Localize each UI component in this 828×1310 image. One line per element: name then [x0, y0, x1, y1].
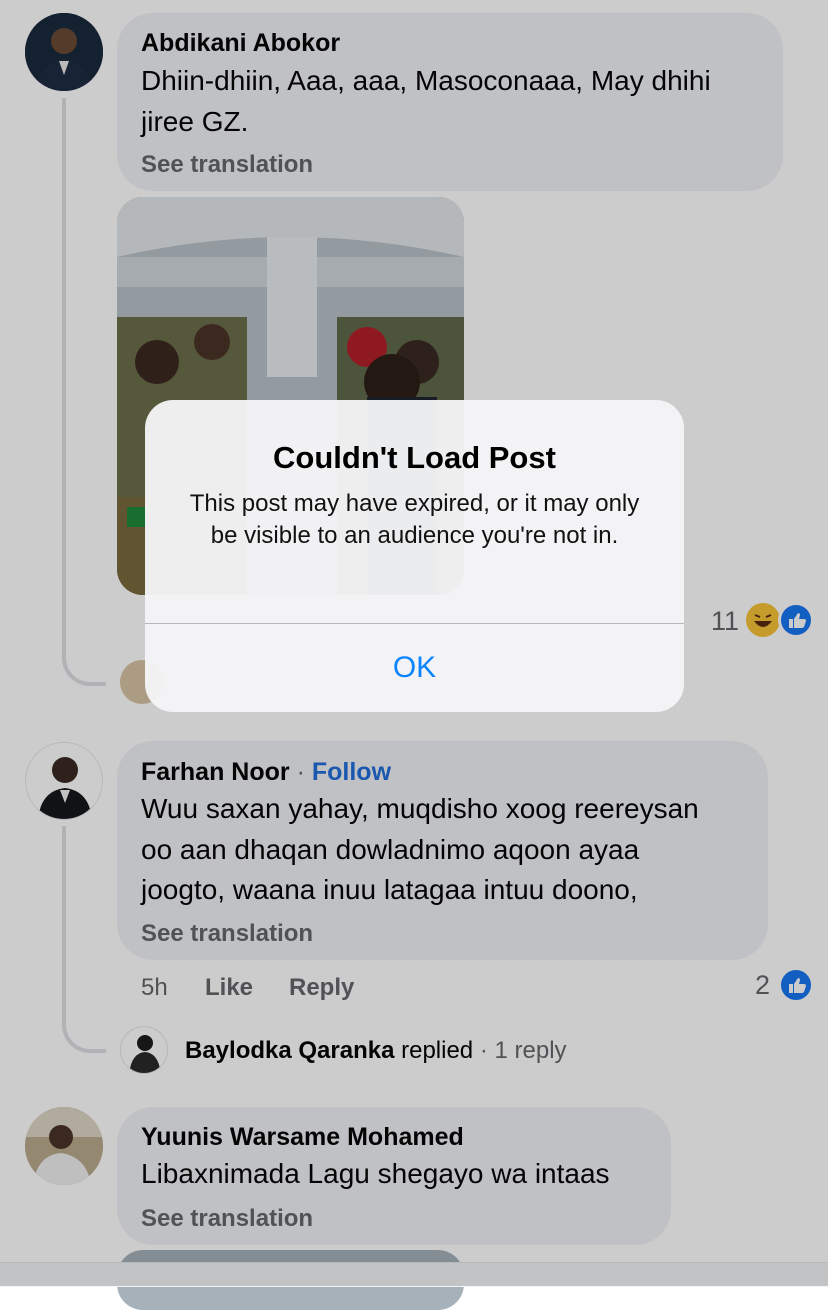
- error-dialog: Couldn't Load Post This post may have ex…: [145, 400, 684, 712]
- dialog-title: Couldn't Load Post: [273, 440, 556, 475]
- ok-button[interactable]: OK: [145, 624, 684, 712]
- dialog-message: This post may have expired, or it may on…: [189, 490, 640, 549]
